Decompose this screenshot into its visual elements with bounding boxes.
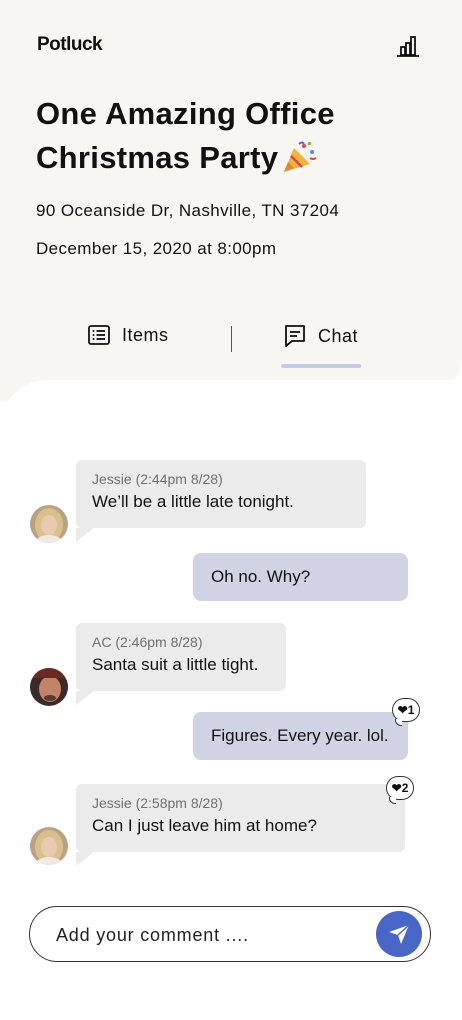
- message-text: Oh no. Why?: [211, 567, 311, 586]
- heart-icon: ❤: [391, 781, 402, 795]
- chat-icon: [285, 325, 305, 347]
- bar-chart-icon[interactable]: [396, 34, 420, 58]
- message-text: We’ll be a little late tonight.: [92, 492, 294, 511]
- party-popper-icon: [284, 141, 317, 172]
- message-sender: Jessie (2:44pm 8/28): [92, 471, 223, 487]
- tab-chat[interactable]: Chat: [284, 324, 358, 348]
- avatar-ac: [30, 668, 68, 706]
- logo-text: Potluck: [37, 34, 103, 55]
- avatar-jessie: [30, 505, 68, 543]
- chat-message-outgoing[interactable]: Oh no. Why?: [193, 553, 408, 601]
- avatar-jessie: [30, 827, 68, 865]
- list-icon: [88, 325, 110, 345]
- comment-composer: [29, 906, 431, 962]
- reaction-count: 2: [401, 781, 409, 795]
- tab-items[interactable]: Items: [88, 324, 169, 346]
- message-text: Can I just leave him at home?: [92, 816, 317, 835]
- potluck-logo[interactable]: Potluck: [37, 34, 103, 56]
- send-icon: [389, 924, 410, 944]
- send-button[interactable]: [376, 911, 422, 957]
- tab-divider: [231, 326, 232, 352]
- event-title: One Amazing Office Christmas Party: [36, 92, 436, 180]
- tab-items-label: Items: [122, 324, 169, 345]
- event-datetime: December 15, 2020 at 8:00pm: [36, 239, 277, 258]
- event-address: 90 Oceanside Dr, Nashville, TN 37204: [36, 201, 340, 220]
- chat-message[interactable]: Jessie (2:58pm 8/28) Can I just leave hi…: [76, 784, 405, 866]
- reaction-badge[interactable]: ❤ 1: [392, 698, 420, 726]
- message-text: Figures. Every year. lol.: [211, 726, 389, 745]
- avatar[interactable]: [30, 668, 68, 706]
- chat-message[interactable]: Jessie (2:44pm 8/28) We’ll be a little l…: [76, 460, 366, 542]
- message-text: Santa suit a little tight.: [92, 655, 259, 674]
- tab-chat-label: Chat: [318, 325, 359, 346]
- avatar[interactable]: [30, 505, 68, 543]
- reaction-badge[interactable]: ❤ 2: [386, 776, 414, 804]
- active-tab-indicator: [281, 364, 361, 368]
- reaction-count: 1: [407, 703, 415, 717]
- tab-bar: Items Chat: [0, 318, 462, 378]
- comment-input[interactable]: [54, 919, 358, 951]
- message-sender: Jessie (2:58pm 8/28): [92, 795, 223, 811]
- message-sender: AC (2:46pm 8/28): [92, 634, 203, 650]
- chat-message[interactable]: AC (2:46pm 8/28) Santa suit a little tig…: [76, 623, 286, 705]
- chat-message-outgoing[interactable]: Figures. Every year. lol.: [193, 712, 408, 760]
- heart-icon: ❤: [397, 703, 408, 717]
- avatar[interactable]: [30, 827, 68, 865]
